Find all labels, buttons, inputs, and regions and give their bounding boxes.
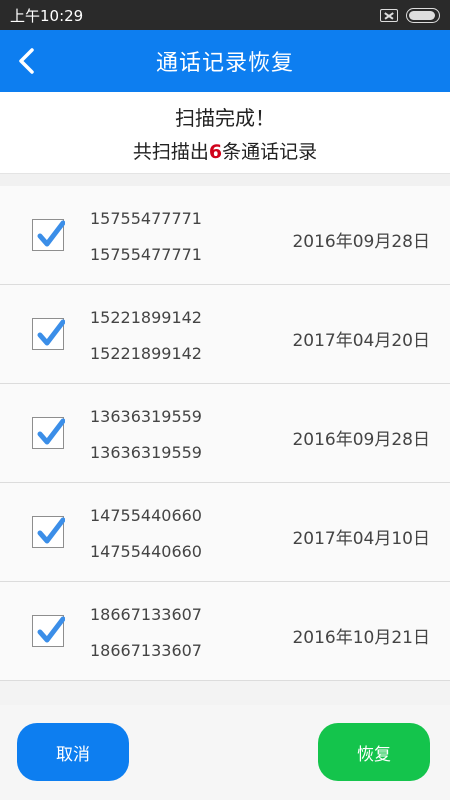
record-date: 2016年10月21日: [292, 628, 430, 648]
back-arrow-icon: [19, 48, 34, 74]
phone-number: 13636319559: [90, 407, 202, 426]
phone-number: 15755477771: [90, 209, 202, 228]
phone-number-secondary: 15221899142: [90, 344, 202, 363]
phone-number: 18667133607: [90, 605, 202, 624]
record-row[interactable]: 15755477771 15755477771 2016年09月28日: [0, 186, 450, 285]
section-divider: [0, 174, 450, 186]
record-date: 2017年04月20日: [292, 331, 430, 351]
checkmark-icon: [37, 517, 65, 544]
checkmark-icon: [37, 319, 65, 346]
phone-number-secondary: 13636319559: [90, 443, 202, 462]
scan-summary: 扫描完成！ 共扫描出6条通话记录: [0, 92, 450, 174]
phone-number: 14755440660: [90, 506, 202, 525]
phone-number-secondary: 14755440660: [90, 542, 202, 561]
phone-number: 15221899142: [90, 308, 202, 327]
scan-count-text: 共扫描出6条通话记录: [133, 137, 317, 164]
phone-number-secondary: 15755477771: [90, 245, 202, 264]
record-date: 2017年04月10日: [292, 529, 430, 549]
record-checkbox[interactable]: [32, 219, 65, 251]
checkmark-icon: [37, 616, 65, 643]
record-row[interactable]: 14755440660 14755440660 2017年04月10日: [0, 483, 450, 582]
record-numbers: 18667133607 18667133607: [90, 606, 202, 660]
record-checkbox[interactable]: [32, 516, 65, 548]
bottom-action-bar: 取消 恢复: [0, 705, 450, 800]
record-numbers: 15755477771 15755477771: [90, 210, 202, 264]
restore-button[interactable]: 恢复: [318, 723, 430, 781]
top-navbar: 通话记录恢复: [0, 30, 450, 92]
record-row[interactable]: 18667133607 18667133607 2016年10月21日: [0, 582, 450, 681]
record-date: 2016年09月28日: [292, 232, 430, 252]
record-row[interactable]: 15221899142 15221899142 2017年04月20日: [0, 285, 450, 384]
phone-number-secondary: 18667133607: [90, 641, 202, 660]
count-prefix: 共扫描出: [132, 140, 209, 163]
status-icons: [380, 7, 440, 23]
record-checkbox[interactable]: [32, 615, 65, 647]
record-numbers: 15221899142 15221899142: [90, 309, 202, 363]
record-numbers: 13636319559 13636319559: [90, 408, 202, 462]
record-checkbox[interactable]: [32, 417, 65, 449]
count-suffix: 条通话记录: [222, 140, 318, 163]
record-date: 2016年09月28日: [292, 430, 430, 450]
record-numbers: 14755440660 14755440660: [90, 507, 202, 561]
record-row[interactable]: 13636319559 13636319559 2016年09月28日: [0, 384, 450, 483]
page-title: 通话记录恢复: [155, 51, 294, 76]
checkmark-icon: [37, 418, 65, 445]
record-checkbox[interactable]: [32, 318, 65, 350]
record-list: 15755477771 15755477771 2016年09月28日 1522…: [0, 186, 450, 681]
battery-icon: [406, 7, 440, 23]
status-time: 上午10:29: [10, 6, 84, 25]
no-sim-icon: [380, 8, 398, 22]
record-count: 6: [208, 140, 223, 163]
cancel-button[interactable]: 取消: [17, 723, 129, 781]
checkmark-icon: [37, 220, 65, 247]
scan-complete-title: 扫描完成！: [175, 105, 275, 130]
back-button[interactable]: [12, 46, 42, 76]
status-bar: 上午10:29: [0, 0, 450, 30]
